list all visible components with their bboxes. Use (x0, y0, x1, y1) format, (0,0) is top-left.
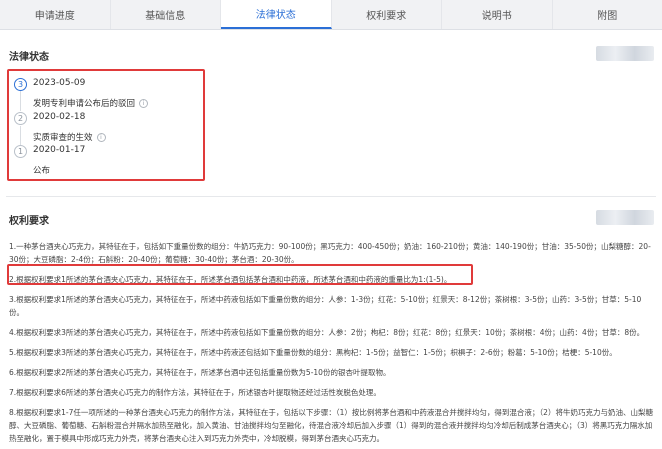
claim-item: 2.根据权利要求1所述的茅台酒夹心巧克力，其特征在于，所述茅台酒包括茅台酒和中药… (9, 275, 452, 284)
tab-claims[interactable]: 权利要求 (332, 0, 442, 29)
legal-status-title: 法律状态 (9, 52, 49, 63)
blurred-watermark (596, 210, 654, 225)
claims-list: 1.一种茅台酒夹心巧克力，其特征在于，包括如下重量份数的组分：牛奶巧克力：90-… (9, 240, 654, 449)
timeline-step-marker: 1 (14, 145, 27, 158)
blurred-watermark (596, 46, 654, 61)
tab-drawings[interactable]: 附图 (553, 0, 662, 29)
tab-application-progress[interactable]: 申请进度 (0, 0, 111, 29)
tab-description[interactable]: 说明书 (442, 0, 553, 29)
info-icon[interactable]: i (139, 99, 149, 108)
claim-item: 1.一种茅台酒夹心巧克力，其特征在于，包括如下重量份数的组分：牛奶巧克力：90-… (9, 242, 651, 264)
claim-item: 5.根据权利要求3所述的茅台酒夹心巧克力，其特征在于，所述中药液还包括如下重量份… (9, 348, 617, 357)
info-icon[interactable]: i (96, 133, 106, 142)
timeline-step-marker: 2 (14, 112, 27, 125)
event-description: 公布 (33, 166, 51, 176)
event-description: 实质审查的生效 i (33, 131, 106, 143)
claim-item: 3.根据权利要求1所述的茅台酒夹心巧克力，其特征在于，所述中药液包括如下重量份数… (9, 295, 642, 317)
timeline-connector (20, 126, 21, 146)
timeline-connector (20, 91, 21, 111)
event-date: 2020-02-18 (33, 112, 86, 122)
section-divider (6, 196, 656, 197)
tab-bar: 申请进度 基础信息 法律状态 权利要求 说明书 附图 (0, 0, 662, 30)
tab-legal-status[interactable]: 法律状态 (221, 0, 332, 29)
claim-item: 4.根据权利要求3所述的茅台酒夹心巧克力，其特征在于，所述中药液包括如下重量份数… (9, 328, 645, 337)
claims-title: 权利要求 (9, 216, 49, 227)
claim-item: 6.根据权利要求2所述的茅台酒夹心巧克力，其特征在于，所述茅台酒中还包括重量份数… (9, 368, 391, 377)
event-date: 2023-05-09 (33, 78, 86, 88)
event-date: 2020-01-17 (33, 145, 86, 155)
claim-item: 8.根据权利要求1-7任一项所述的一种茅台酒夹心巧克力的制作方法，其特征在于，包… (9, 408, 653, 443)
claim-item: 7.根据权利要求6所述的茅台酒夹心巧克力的制作方法，其特征在于，所述银杏叶提取物… (9, 388, 381, 397)
timeline-step-marker: 3 (14, 78, 27, 91)
tab-basic-info[interactable]: 基础信息 (111, 0, 221, 29)
event-description: 发明专利申请公布后的驳回 i (33, 97, 149, 109)
